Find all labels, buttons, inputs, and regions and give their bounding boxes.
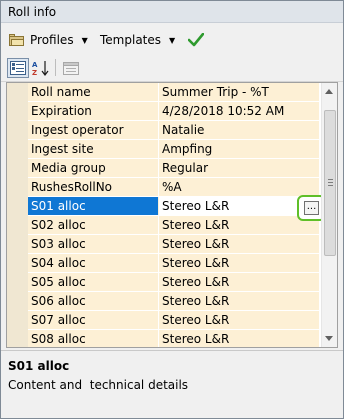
property-pages-icon bbox=[63, 61, 79, 75]
svg-text:A: A bbox=[32, 61, 38, 69]
property-name: Roll name bbox=[31, 85, 91, 99]
property-name: Ingest operator bbox=[31, 123, 124, 137]
property-pages-button[interactable] bbox=[60, 58, 82, 78]
ellipsis-button[interactable]: ... bbox=[304, 201, 319, 215]
scroll-down-arrow-icon[interactable] bbox=[325, 336, 333, 341]
property-value[interactable]: %A bbox=[162, 180, 182, 194]
property-name: S07 alloc bbox=[31, 313, 86, 327]
property-row-s08-alloc[interactable]: S08 alloc Stereo L&R bbox=[28, 330, 319, 347]
sort-alphabetically-button[interactable]: A Z bbox=[30, 58, 52, 78]
categorized-view-icon bbox=[10, 61, 26, 75]
property-row-ingest-site[interactable]: Ingest site Ampfing bbox=[28, 140, 319, 159]
scrollbar-thumb[interactable] bbox=[324, 110, 336, 256]
description-title: S01 alloc bbox=[8, 359, 70, 373]
svg-text:Z: Z bbox=[32, 69, 37, 76]
property-grid: Roll name Summer Trip - %T Expiration 4/… bbox=[6, 82, 338, 348]
property-value[interactable]: Summer Trip - %T bbox=[162, 85, 269, 99]
window-title: Roll info bbox=[8, 5, 57, 19]
property-name: RushesRollNo bbox=[31, 180, 113, 194]
property-value[interactable]: Regular bbox=[162, 161, 208, 175]
scroll-up-arrow-icon[interactable] bbox=[325, 89, 333, 94]
property-value[interactable]: Stereo L&R bbox=[162, 294, 229, 308]
property-name: Media group bbox=[31, 161, 106, 175]
property-row-roll-name[interactable]: Roll name Summer Trip - %T bbox=[28, 83, 319, 102]
checkmark-icon[interactable] bbox=[188, 33, 204, 47]
categorized-view-button[interactable] bbox=[7, 58, 29, 78]
property-name: S06 alloc bbox=[31, 294, 86, 308]
property-row-s04-alloc[interactable]: S04 alloc Stereo L&R bbox=[28, 254, 319, 273]
property-value[interactable]: Stereo L&R bbox=[162, 313, 229, 327]
property-value[interactable]: Stereo L&R bbox=[162, 199, 229, 213]
property-name: S05 alloc bbox=[31, 275, 86, 289]
folder-icon bbox=[9, 34, 24, 46]
roll-info-window: Roll info Profiles ▼ Templates ▼ A Z Rol… bbox=[0, 0, 344, 419]
grid-toolbar: A Z bbox=[1, 54, 343, 82]
templates-menu-button[interactable]: Templates ▼ bbox=[100, 31, 175, 49]
property-row-s07-alloc[interactable]: S07 alloc Stereo L&R bbox=[28, 311, 319, 330]
templates-label: Templates bbox=[100, 33, 162, 47]
grid-gutter bbox=[7, 83, 28, 347]
property-value[interactable]: Stereo L&R bbox=[162, 237, 229, 251]
property-value[interactable]: Stereo L&R bbox=[162, 332, 229, 346]
property-value[interactable]: Stereo L&R bbox=[162, 275, 229, 289]
caret-down-icon: ▼ bbox=[81, 35, 88, 45]
description-panel: S01 alloc Content and technical details bbox=[1, 350, 343, 418]
property-row-expiration[interactable]: Expiration 4/28/2018 10:52 AM bbox=[28, 102, 319, 121]
property-name: S08 alloc bbox=[31, 332, 86, 346]
property-name: S04 alloc bbox=[31, 256, 86, 270]
property-row-media-group[interactable]: Media group Regular bbox=[28, 159, 319, 178]
property-row-s05-alloc[interactable]: S05 alloc Stereo L&R bbox=[28, 273, 319, 292]
title-bar: Roll info bbox=[1, 1, 343, 23]
profiles-menu-button[interactable]: Profiles ▼ bbox=[9, 31, 88, 49]
property-name: S03 alloc bbox=[31, 237, 86, 251]
property-row-s01-alloc[interactable]: S01 alloc Stereo L&R bbox=[28, 197, 319, 216]
profiles-label: Profiles bbox=[30, 33, 74, 47]
profiles-toolbar: Profiles ▼ Templates ▼ bbox=[1, 24, 343, 54]
sort-alpha-icon: A Z bbox=[32, 61, 49, 76]
property-row-rushes-roll-no[interactable]: RushesRollNo %A bbox=[28, 178, 319, 197]
property-value[interactable]: 4/28/2018 10:52 AM bbox=[162, 104, 284, 118]
property-row-s02-alloc[interactable]: S02 alloc Stereo L&R bbox=[28, 216, 319, 235]
property-name: Expiration bbox=[31, 104, 92, 118]
property-row-ingest-operator[interactable]: Ingest operator Natalie bbox=[28, 121, 319, 140]
property-value[interactable]: Natalie bbox=[162, 123, 204, 137]
description-text: Content and technical details bbox=[8, 378, 189, 392]
property-value[interactable]: Stereo L&R bbox=[162, 256, 229, 270]
property-name: S02 alloc bbox=[31, 218, 86, 232]
property-row-s06-alloc[interactable]: S06 alloc Stereo L&R bbox=[28, 292, 319, 311]
toolbar-separator bbox=[55, 59, 56, 76]
property-name: S01 alloc bbox=[31, 199, 86, 213]
property-row-s03-alloc[interactable]: S03 alloc Stereo L&R bbox=[28, 235, 319, 254]
property-value[interactable]: Stereo L&R bbox=[162, 218, 229, 232]
caret-down-icon: ▼ bbox=[169, 35, 176, 45]
property-name: Ingest site bbox=[31, 142, 94, 156]
property-grid-rows: Roll name Summer Trip - %T Expiration 4/… bbox=[7, 83, 319, 347]
property-value[interactable]: Ampfing bbox=[162, 142, 212, 156]
vertical-scrollbar[interactable] bbox=[321, 83, 337, 347]
